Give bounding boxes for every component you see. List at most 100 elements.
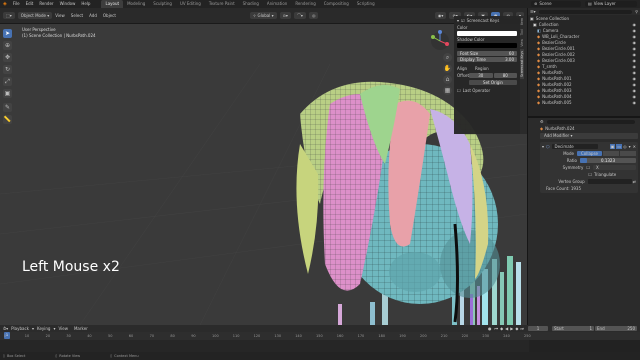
navigation-gizmo[interactable] [431, 30, 449, 50]
blender-logo-icon[interactable]: ◈ [0, 0, 10, 8]
jump-start-icon[interactable]: ⏮ [494, 326, 498, 331]
tab-modeling[interactable]: Modeling [123, 0, 149, 8]
display-time-field[interactable]: Display Time 3.00 [457, 57, 517, 62]
menu-help[interactable]: Help [78, 0, 93, 8]
modifier-name-field[interactable]: Decimate [551, 144, 598, 149]
mode-planar-button[interactable] [620, 151, 636, 156]
add-menu[interactable]: Add [86, 12, 100, 20]
visibility-icon[interactable]: ◉▾ [434, 12, 447, 19]
eye-icon[interactable]: ◉ [633, 100, 637, 106]
proportional-icon[interactable]: ◎ [308, 12, 319, 19]
offset-y-field[interactable]: 80 [493, 73, 517, 78]
mode-unsubdiv-button[interactable] [603, 151, 619, 156]
checkbox-icon[interactable]: ☐ [457, 88, 461, 93]
close-icon[interactable]: ✕ [633, 144, 636, 149]
cursor-tool-icon[interactable]: ⊕ [3, 41, 12, 50]
checkbox-icon[interactable]: ☑ [461, 18, 465, 23]
grid-view-icon[interactable]: ▦ [443, 86, 452, 95]
timeline-ruler[interactable]: 1 0 10 20 30 40 50 60 70 80 90 100 110 120 130 140 150 1… [0, 332, 640, 340]
play-reverse-icon[interactable]: ◀ [505, 326, 508, 331]
outliner-row[interactable]: ◆ NurbsPath.005 ◉ [530, 100, 638, 106]
ruler-tick-label: 90 [191, 334, 196, 338]
prev-key-icon[interactable]: ◆ [500, 326, 503, 331]
tab-texture-paint[interactable]: Texture Paint [205, 0, 239, 8]
snap-icon[interactable]: ⌒▾ [293, 12, 306, 19]
outliner-editor-icon[interactable]: ☰▾ [530, 9, 536, 14]
font-size-field[interactable]: Font Size 60 [457, 51, 517, 56]
current-frame-field[interactable]: 1 [528, 326, 548, 331]
end-frame-field[interactable]: End 250 [595, 326, 637, 331]
pan-hand-icon[interactable]: ✋ [443, 64, 452, 73]
triangulate-checkbox[interactable]: ☐ [588, 172, 592, 177]
object-menu[interactable]: Object [100, 12, 119, 20]
tab-animation[interactable]: Animation [263, 0, 291, 8]
editmode-toggle-icon[interactable]: ▣ [609, 144, 616, 149]
annotate-tool-icon[interactable]: ✎ [3, 103, 12, 112]
color-swatch[interactable] [457, 31, 517, 36]
tab-sculpting[interactable]: Sculpting [149, 0, 176, 8]
view-menu[interactable]: View [52, 12, 68, 20]
properties-search-input[interactable] [546, 119, 635, 124]
play-icon[interactable]: ▶ [510, 326, 513, 331]
symmetry-axis-dropdown[interactable]: X [593, 165, 636, 170]
mode-collapse-button[interactable]: Collapse [577, 151, 602, 156]
tab-item[interactable]: Item [520, 16, 524, 27]
end-label: End [597, 326, 605, 331]
3d-viewport[interactable]: ➤ ⊕ ✥ ↻ ⤢ ▣ ✎ 📏 User Perspective (1) Sce… [0, 24, 527, 325]
invert-icon[interactable]: ⇄ [633, 179, 636, 184]
offset-x-field[interactable]: 30 [469, 73, 493, 78]
move-tool-icon[interactable]: ✥ [3, 53, 12, 62]
object-mode-dropdown[interactable]: Object Mode ▾ [17, 12, 53, 19]
select-menu[interactable]: Select [68, 12, 86, 20]
menu-render[interactable]: Render [36, 0, 56, 8]
rotate-tool-icon[interactable]: ↻ [3, 65, 12, 74]
ratio-slider[interactable]: 0.1323 [580, 158, 636, 163]
tab-tool[interactable]: Tool [520, 27, 524, 37]
tab-shading[interactable]: Shading [239, 0, 263, 8]
scale-tool-icon[interactable]: ⤢ [3, 77, 12, 86]
transform-tool-icon[interactable]: ▣ [3, 89, 12, 98]
editor-type-button[interactable]: ⬚▾ [3, 12, 15, 19]
menu-edit[interactable]: Edit [23, 0, 37, 8]
dropdown-icon[interactable]: ▾ [629, 144, 631, 149]
filter-icon[interactable]: ⚲ [635, 9, 638, 14]
view-layer-selector[interactable]: ▤ View Layer [585, 1, 637, 7]
shadow-color-swatch[interactable] [457, 43, 517, 48]
tab-uv-editing[interactable]: UV Editing [176, 0, 205, 8]
screencast-header[interactable]: ▾ ☑ Screencast Keys [454, 16, 520, 25]
modifier-header[interactable]: ▾ ⬡ Decimate ▣ ▭ ◎ ▾ ✕ [542, 143, 636, 150]
tab-scripting[interactable]: Scripting [353, 0, 379, 8]
scene-selector[interactable]: ⊛ Scene [531, 1, 581, 7]
next-key-icon[interactable]: ◆ [515, 326, 518, 331]
tab-view[interactable]: View [520, 37, 524, 49]
editor-type-icon[interactable]: ⚙ [540, 119, 544, 124]
ruler-tick-label: 160 [336, 334, 344, 338]
timeline-track-area[interactable] [0, 340, 640, 352]
jump-end-icon[interactable]: ⏭ [520, 326, 524, 331]
add-modifier-dropdown[interactable]: Add Modifier ▾ [540, 133, 638, 139]
record-icon[interactable]: ● [488, 326, 492, 331]
ruler-tick-label: 70 [149, 334, 155, 338]
camera-view-icon[interactable]: ⌂ [443, 75, 452, 84]
zoom-icon[interactable]: ⌕ [443, 53, 452, 62]
render-toggle-icon[interactable]: ◎ [623, 144, 627, 149]
tab-rendering[interactable]: Rendering [291, 0, 319, 8]
select-tool-icon[interactable]: ➤ [3, 29, 12, 38]
symmetry-checkbox[interactable]: ☐ [586, 165, 590, 170]
measure-tool-icon[interactable]: 📏 [3, 115, 12, 124]
ratio-value: 0.1323 [601, 158, 615, 163]
menu-file[interactable]: File [10, 0, 23, 8]
tab-layout[interactable]: Layout [101, 0, 124, 8]
start-frame-field[interactable]: Start 1 [552, 326, 594, 331]
last-operator-toggle[interactable]: ☐ Last Operator [457, 88, 517, 93]
vertex-group-field[interactable] [587, 179, 632, 184]
status-box-select: Box Select [6, 354, 26, 358]
set-origin-button[interactable]: Set Origin [469, 80, 517, 85]
outliner-search-input[interactable] [538, 9, 633, 14]
tab-screencast-keys[interactable]: Screencast Keys [520, 49, 524, 80]
tab-compositing[interactable]: Compositing [320, 0, 353, 8]
viewport-toggle-icon[interactable]: ▭ [616, 144, 623, 149]
pivot-icon[interactable]: ⊙▾ [279, 12, 291, 19]
orientation-dropdown[interactable]: ⊹ Global ▾ [249, 12, 277, 19]
menu-window[interactable]: Window [57, 0, 79, 8]
